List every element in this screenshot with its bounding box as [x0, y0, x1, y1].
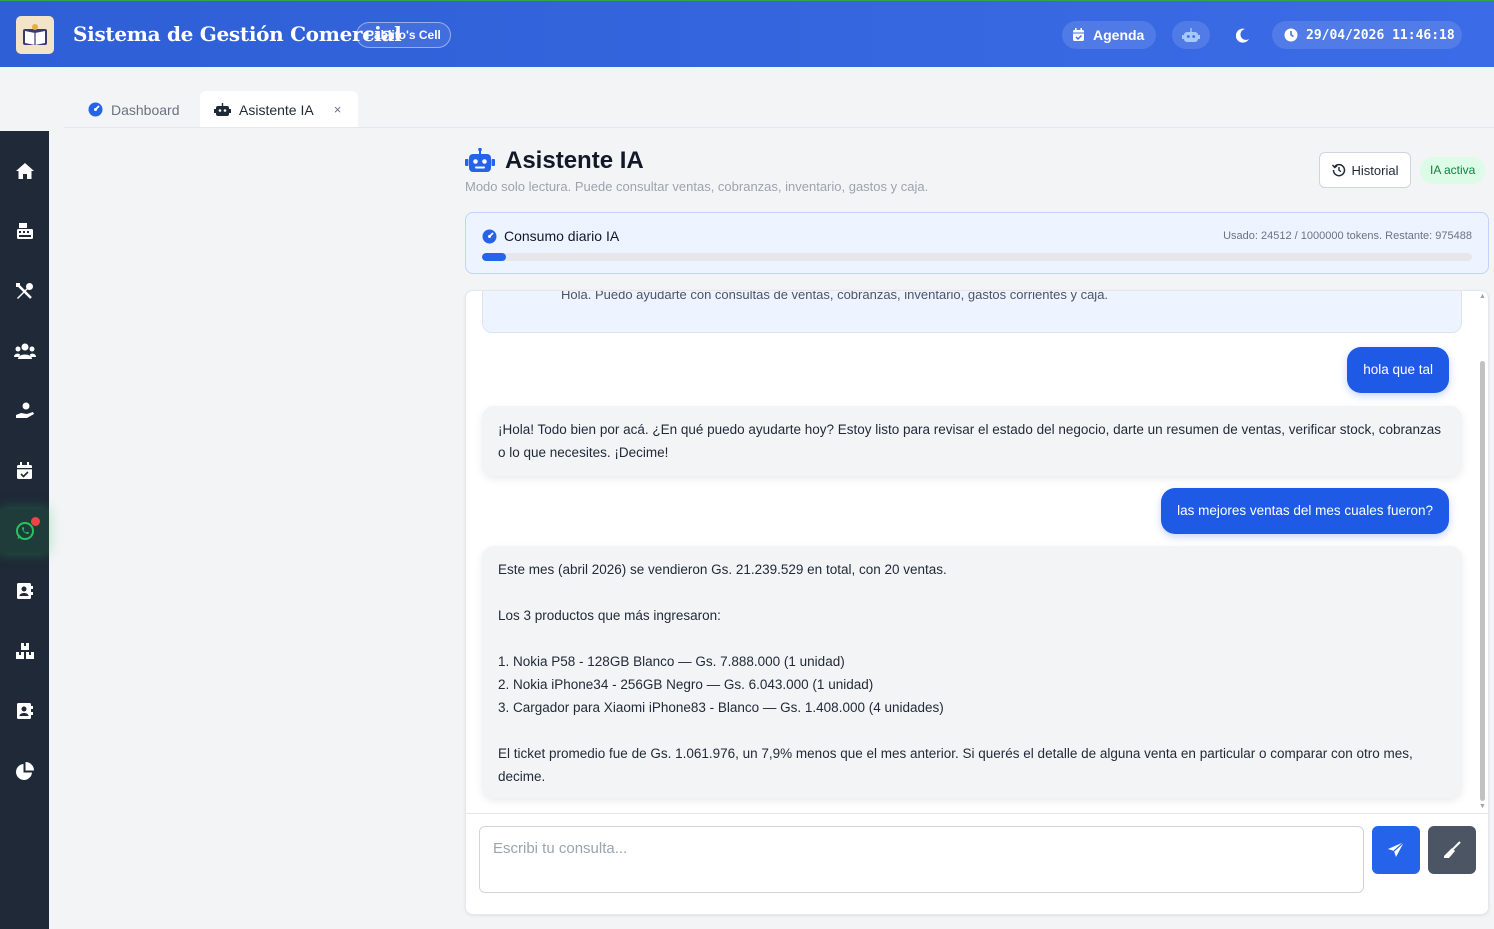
sidebar-item-clients[interactable] [0, 329, 49, 373]
tab-dashboard[interactable]: Dashboard [74, 91, 194, 128]
sidebar-item-sales[interactable] [0, 209, 49, 253]
token-progress-bar [482, 253, 1472, 261]
users-icon [13, 343, 36, 359]
app-title: Sistema de Gestión Comercial [73, 22, 402, 46]
sidebar-item-home[interactable] [0, 149, 49, 193]
token-usage-title-text: Consumo diario IA [504, 228, 620, 244]
sidebar-item-repairs[interactable] [0, 269, 49, 313]
user-message: hola que tal [1347, 347, 1449, 393]
paper-plane-icon [1388, 841, 1405, 857]
boxes-icon [15, 643, 34, 659]
agenda-label: Agenda [1093, 27, 1145, 43]
tab-asistente-ia[interactable]: Asistente IA × [200, 91, 358, 128]
status-badge: IA activa [1420, 157, 1486, 184]
calendar-icon [17, 462, 32, 479]
hand-money-icon [15, 402, 34, 418]
assistant-message: ¡Hola! Todo bien por acá. ¿En qué puedo … [482, 406, 1462, 476]
sidebar [0, 131, 49, 929]
tabs-divider [64, 127, 1494, 128]
sidebar-item-whatsapp[interactable] [0, 509, 49, 553]
book-logo-icon [23, 24, 47, 45]
assistant-message-text: Hola. Puedo ayudarte con consultas de ve… [561, 291, 1109, 302]
gauge-icon [88, 102, 103, 117]
app-logo[interactable] [16, 16, 54, 54]
sidebar-item-collections[interactable] [0, 389, 49, 433]
page-subtitle: Modo solo lectura. Puede consultar venta… [465, 179, 929, 194]
scroll-thumb[interactable] [1480, 361, 1485, 801]
chat-panel: Hola. Puedo ayudarte con consultas de ve… [465, 290, 1489, 915]
send-button[interactable] [1372, 826, 1420, 874]
message-line: ¡Hola! Todo bien por acá. ¿En qué puedo … [498, 422, 1442, 460]
ai-assistant-button[interactable] [1172, 21, 1210, 49]
token-usage-panel: Consumo diario IA Usado: 24512 / 1000000… [465, 212, 1489, 274]
scroll-up-arrow-icon[interactable]: ▲ [1479, 293, 1486, 300]
pie-chart-icon [16, 761, 34, 780]
home-icon [15, 163, 34, 179]
sidebar-item-inventory[interactable] [0, 629, 49, 673]
contact-book-icon [17, 583, 33, 599]
clear-chat-button[interactable] [1428, 826, 1476, 874]
chat-messages[interactable]: Hola. Puedo ayudarte con consultas de ve… [466, 291, 1476, 813]
gauge-icon [482, 229, 497, 243]
sidebar-item-contacts[interactable] [0, 569, 49, 613]
top-header: Sistema de Gestión Comercial Pablito's C… [0, 0, 1494, 67]
datetime-text: 29/04/2026 11:46:18 [1306, 27, 1455, 43]
token-usage-title: Consumo diario IA [482, 228, 619, 244]
message-line [498, 627, 1446, 650]
tab-label: Asistente IA [239, 101, 314, 118]
address-book-icon [17, 703, 33, 719]
message-line: El ticket promedio fue de Gs. 1.061.976,… [498, 746, 1413, 784]
message-line: 3. Cargador para Xiaomi iPhone83 - Blanc… [498, 700, 944, 715]
historial-label: Historial [1351, 162, 1399, 178]
scroll-down-arrow-icon[interactable]: ▼ [1479, 803, 1486, 810]
message-line: 2. Nokia iPhone34 - 256GB Negro — Gs. 6.… [498, 677, 874, 692]
message-line [498, 719, 1446, 742]
clock-icon [1284, 28, 1298, 42]
page-title: Asistente IA [505, 147, 644, 174]
sidebar-item-calendar[interactable] [0, 449, 49, 493]
chat-scrollbar[interactable]: ▲ ▼ [1479, 291, 1486, 813]
robot-icon [465, 148, 495, 172]
robot-icon [1182, 27, 1200, 42]
assistant-message: Hola. Puedo ayudarte con consultas de ve… [482, 291, 1462, 333]
robot-icon [214, 102, 231, 116]
user-message: las mejores ventas del mes cuales fueron… [1161, 488, 1449, 534]
tools-icon [16, 282, 33, 299]
notification-dot [31, 517, 40, 526]
cash-register-icon [16, 223, 33, 239]
message-line: Los 3 productos que más ingresaron: [498, 608, 721, 623]
agenda-button[interactable]: Agenda [1062, 21, 1156, 49]
historial-button[interactable]: Historial [1319, 152, 1411, 188]
page-title-row: Asistente IA [465, 147, 644, 175]
message-line: 1. Nokia P58 - 128GB Blanco — Gs. 7.888.… [498, 654, 845, 669]
chat-input[interactable] [479, 826, 1364, 893]
close-tab-icon[interactable]: × [334, 102, 342, 117]
token-progress-fill [482, 253, 507, 261]
tab-label: Dashboard [111, 101, 180, 118]
assistant-message: Este mes (abril 2026) se vendieron Gs. 2… [482, 546, 1462, 798]
chat-composer [466, 813, 1488, 914]
business-badge: Pablito's Cell [356, 22, 451, 48]
message-line: Este mes (abril 2026) se vendieron Gs. 2… [498, 562, 947, 577]
sidebar-item-suppliers[interactable] [0, 689, 49, 733]
sidebar-item-reports[interactable] [0, 749, 49, 793]
message-line [498, 581, 1446, 604]
dark-mode-toggle[interactable] [1224, 21, 1262, 49]
datetime-display: 29/04/2026 11:46:18 [1272, 21, 1462, 49]
history-icon [1331, 163, 1345, 177]
token-usage-text: Usado: 24512 / 1000000 tokens. Restante:… [1223, 230, 1472, 242]
moon-icon [1236, 28, 1249, 43]
calendar-check-icon [1073, 28, 1084, 41]
broom-icon [1444, 841, 1461, 858]
